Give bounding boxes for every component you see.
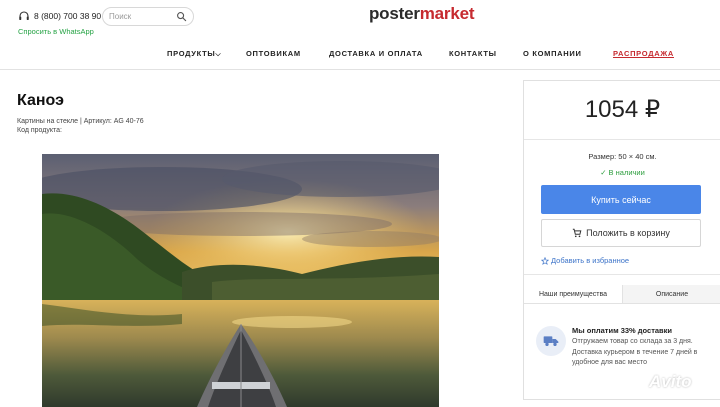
- buy-now-button[interactable]: Купить сейчас: [541, 185, 701, 214]
- avito-watermark: Avito: [625, 372, 692, 392]
- tab-description[interactable]: Описание: [623, 285, 720, 303]
- star-icon: [541, 256, 549, 265]
- phone-contact[interactable]: 8 (800) 700 38 90: [18, 10, 101, 22]
- advantage-title: Мы оплатим 33% доставки: [572, 326, 673, 335]
- product-title: Каноэ: [17, 92, 64, 109]
- nav-item-products[interactable]: ПРОДУКТЫ⌵: [167, 49, 221, 59]
- truck-icon: [543, 336, 559, 346]
- add-to-cart-label: Положить в корзину: [586, 228, 670, 238]
- main-nav: ПРОДУКТЫ⌵ ОПТОВИКАМ ДОСТАВКА И ОПЛАТА КО…: [0, 49, 720, 61]
- chevron-down-icon: ⌵: [215, 51, 222, 58]
- advantage-text: Отгружаем товар со склада за 3 дня. Дост…: [572, 338, 698, 366]
- product-image[interactable]: [42, 154, 439, 407]
- divider: [524, 274, 720, 275]
- nav-item-wholesale[interactable]: ОПТОВИКАМ: [246, 49, 301, 58]
- product-code-label: Код продукта:: [17, 127, 62, 134]
- product-category-article: Картины на стекле | Артикул: AG 40-76: [17, 118, 144, 125]
- site-logo[interactable]: postermarket: [369, 4, 475, 24]
- site-header: 8 (800) 700 38 90 Спросить в WhatsApp po…: [0, 0, 720, 70]
- search-input[interactable]: [109, 12, 171, 21]
- divider: [524, 139, 720, 140]
- search-box[interactable]: [102, 7, 194, 26]
- logo-text-market: market: [419, 4, 475, 23]
- buy-panel: 1054 ₽ Размер: 50 × 40 см. ✓ В наличии К…: [523, 80, 720, 400]
- truck-icon-badge: [536, 326, 566, 356]
- search-icon[interactable]: [176, 11, 187, 22]
- info-tabs: Наши преимущества Описание: [524, 285, 720, 304]
- nav-item-about[interactable]: О КОМПАНИИ: [523, 49, 582, 58]
- headset-icon: [19, 11, 29, 20]
- nav-item-delivery[interactable]: ДОСТАВКА И ОПЛАТА: [329, 49, 423, 58]
- nav-item-contacts[interactable]: КОНТАКТЫ: [449, 49, 497, 58]
- avito-watermark-text: Avito: [649, 372, 692, 391]
- cart-icon: [572, 228, 582, 238]
- stock-status: ✓ В наличии: [600, 168, 645, 177]
- add-to-cart-button[interactable]: Положить в корзину: [541, 219, 701, 247]
- product-size: Размер: 50 × 40 см.: [588, 152, 657, 161]
- tab-advantages[interactable]: Наши преимущества: [524, 285, 623, 303]
- product-meta: Картины на стекле | Артикул: AG 40-76 Ко…: [17, 117, 144, 135]
- logo-text-poster: poster: [369, 4, 420, 23]
- canoe-lake-picture: [42, 154, 439, 407]
- avito-logo-icon: [627, 375, 643, 390]
- phone-number[interactable]: 8 (800) 700 38 90: [34, 11, 101, 21]
- product-price: 1054 ₽: [584, 96, 661, 123]
- whatsapp-link[interactable]: Спросить в WhatsApp: [18, 27, 94, 36]
- add-to-favorites-label: Добавить в избранное: [551, 256, 630, 265]
- nav-item-sale[interactable]: РАСПРОДАЖА: [613, 49, 674, 58]
- add-to-favorites-link[interactable]: Добавить в избранное: [541, 256, 629, 265]
- nav-item-products-label: ПРОДУКТЫ: [167, 49, 216, 58]
